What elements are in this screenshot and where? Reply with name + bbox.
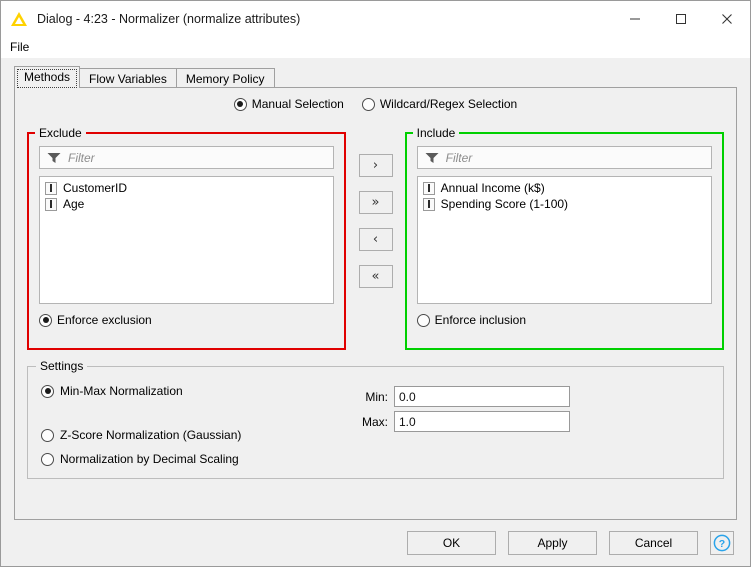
settings-row-zscore: Z-Score Normalization (Gaussian) xyxy=(28,423,723,447)
min-field-row: Min: 0.0 xyxy=(358,386,570,407)
radio-decimal-scaling-normalization[interactable]: Normalization by Decimal Scaling xyxy=(41,452,239,466)
menu-item-file[interactable]: File xyxy=(1,39,36,56)
close-icon[interactable] xyxy=(704,1,750,37)
radio-wildcard-selection[interactable]: Wildcard/Regex Selection xyxy=(361,97,518,111)
move-right-button[interactable]: › xyxy=(358,154,393,177)
settings-row-minmax: Min-Max Normalization Min: 0.0 Max: 1.0 xyxy=(28,379,723,432)
min-label: Min: xyxy=(365,389,388,404)
radio-min-max-normalization-dot xyxy=(41,384,54,398)
radio-decimal-scaling-normalization-dot xyxy=(41,452,54,466)
include-legend: Include xyxy=(412,126,460,140)
tab-flow-variables[interactable]: Flow Variables xyxy=(79,68,177,88)
list-item[interactable]: Spending Score (1-100) xyxy=(421,196,711,212)
selection-mode-group: Manual Selection Wildcard/Regex Selectio… xyxy=(15,88,736,111)
exclude-filter-input[interactable]: Filter xyxy=(39,146,335,169)
radio-manual-selection-label: Manual Selection xyxy=(251,97,344,111)
radio-min-max-normalization-label: Min-Max Normalization xyxy=(60,384,183,398)
minimize-icon[interactable] xyxy=(612,1,658,37)
cancel-button[interactable]: Cancel xyxy=(609,531,698,555)
apply-button[interactable]: Apply xyxy=(508,531,597,555)
radio-manual-selection[interactable]: Manual Selection xyxy=(233,97,344,111)
list-item-label: Annual Income (k$) xyxy=(440,181,545,195)
help-icon: ? xyxy=(713,534,731,552)
list-item[interactable]: Age xyxy=(43,196,333,212)
move-left-button[interactable]: ‹ xyxy=(358,228,393,251)
integer-column-icon xyxy=(422,181,435,195)
exclude-panel: Exclude Filter CustomerID Age Enforce ex… xyxy=(27,126,347,350)
tab-methods[interactable]: Methods xyxy=(14,66,81,88)
include-filter-input[interactable]: Filter xyxy=(416,146,712,169)
radio-wildcard-selection-label: Wildcard/Regex Selection xyxy=(379,97,518,111)
radio-enforce-exclusion-dot xyxy=(39,313,52,327)
radio-enforce-exclusion-label: Enforce exclusion xyxy=(57,313,152,327)
list-item[interactable]: Annual Income (k$) xyxy=(421,180,711,196)
title-bar: Dialog - 4:23 - Normalizer (normalize at… xyxy=(1,1,750,37)
radio-z-score-normalization[interactable]: Z-Score Normalization (Gaussian) xyxy=(41,428,241,442)
normalizer-dialog-window: Dialog - 4:23 - Normalizer (normalize at… xyxy=(0,0,751,567)
transfer-button-group: › » ‹ « xyxy=(346,132,404,350)
radio-decimal-scaling-normalization-label: Normalization by Decimal Scaling xyxy=(60,452,239,466)
include-filter-placeholder: Filter xyxy=(445,150,473,165)
list-item-label: Age xyxy=(63,197,85,211)
ok-button[interactable]: OK xyxy=(407,531,496,555)
knime-triangle-icon xyxy=(11,10,29,28)
radio-wildcard-selection-dot xyxy=(361,97,375,111)
column-filter-row: Exclude Filter CustomerID Age Enforce ex… xyxy=(27,126,724,350)
radio-z-score-normalization-dot xyxy=(41,428,54,442)
dialog-button-bar: OK Apply Cancel ? xyxy=(1,520,750,566)
radio-z-score-normalization-label: Z-Score Normalization (Gaussian) xyxy=(60,428,242,442)
window-controls xyxy=(612,1,750,37)
list-item-label: CustomerID xyxy=(63,181,128,195)
settings-row-decimal-scaling: Normalization by Decimal Scaling xyxy=(28,447,723,471)
exclude-legend: Exclude xyxy=(35,126,86,140)
tab-methods-label: Methods xyxy=(24,70,71,84)
maximize-icon[interactable] xyxy=(658,1,704,37)
radio-manual-selection-dot xyxy=(233,97,247,111)
help-button[interactable]: ? xyxy=(710,531,734,555)
settings-legend: Settings xyxy=(36,359,88,373)
integer-column-icon xyxy=(45,181,57,195)
radio-min-max-normalization[interactable]: Min-Max Normalization xyxy=(41,384,183,398)
filter-funnel-icon xyxy=(47,152,61,163)
radio-enforce-inclusion[interactable]: Enforce inclusion xyxy=(416,313,712,327)
exclude-filter-placeholder: Filter xyxy=(68,150,95,165)
integer-column-icon xyxy=(422,197,435,211)
include-panel: Include Filter Annual Income (k$) Spendi… xyxy=(404,126,724,350)
move-all-left-button[interactable]: « xyxy=(358,265,393,288)
tab-flow-variables-label: Flow Variables xyxy=(89,72,167,86)
window-title: Dialog - 4:23 - Normalizer (normalize at… xyxy=(37,12,301,26)
radio-enforce-exclusion[interactable]: Enforce exclusion xyxy=(39,313,334,327)
svg-text:?: ? xyxy=(719,538,725,550)
tab-strip: Methods Flow Variables Memory Policy xyxy=(1,64,750,88)
include-list[interactable]: Annual Income (k$) Spending Score (1-100… xyxy=(416,176,712,304)
radio-enforce-inclusion-label: Enforce inclusion xyxy=(434,313,527,327)
list-item[interactable]: CustomerID xyxy=(43,180,333,196)
tab-memory-policy[interactable]: Memory Policy xyxy=(175,68,275,88)
min-input[interactable]: 0.0 xyxy=(394,386,570,407)
move-all-right-button[interactable]: » xyxy=(358,191,393,214)
menu-bar: File xyxy=(1,37,750,58)
radio-enforce-inclusion-dot xyxy=(416,313,430,327)
exclude-list[interactable]: CustomerID Age xyxy=(39,176,335,304)
methods-tab-panel: Manual Selection Wildcard/Regex Selectio… xyxy=(14,87,737,520)
integer-column-icon xyxy=(45,197,57,211)
filter-funnel-icon xyxy=(425,152,439,163)
list-item-label: Spending Score (1-100) xyxy=(440,197,569,211)
settings-group: Settings Min-Max Normalization Min: 0.0 … xyxy=(27,359,724,479)
tab-memory-policy-label: Memory Policy xyxy=(185,72,265,86)
